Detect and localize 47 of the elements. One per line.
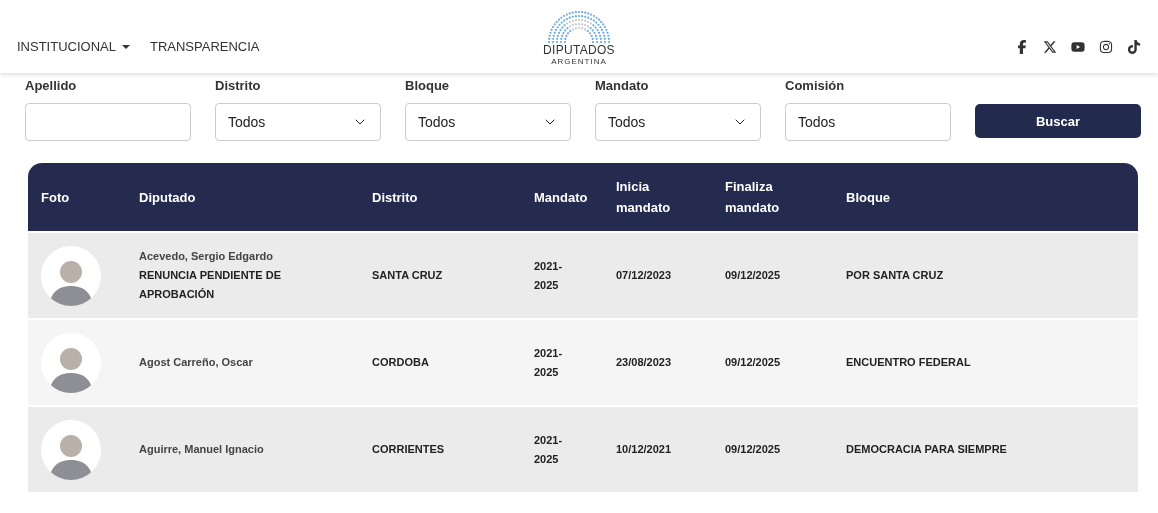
table-cell-text: 10/12/2021	[616, 442, 673, 457]
column-header: Diputado	[139, 188, 197, 207]
filter-label: Comisión	[785, 78, 846, 93]
table-cell-text: 09/12/2025	[725, 442, 782, 457]
select-field[interactable]: Todos	[405, 103, 571, 141]
deputy-name: Acevedo, Sergio Edgardo	[139, 249, 274, 264]
table-cell-text: POR SANTA CRUZ	[846, 268, 945, 283]
table-cell-text: 09/12/2025	[725, 268, 782, 283]
nav-link[interactable]: INSTITUCIONAL	[17, 39, 130, 54]
input-field[interactable]	[25, 103, 191, 141]
table-cell-text: CORDOBA	[372, 355, 430, 370]
deputy-name: Agost Carreño, Oscar	[139, 355, 254, 370]
column-header: Bloque	[846, 188, 892, 207]
logo-title: DIPUTADOS	[543, 44, 615, 57]
x-icon[interactable]	[1043, 39, 1057, 54]
table-cell-text: ENCUENTRO FEDERAL	[846, 355, 972, 370]
column-header: Finaliza mandato	[725, 178, 781, 217]
table-cell-text: DEMOCRACIA PARA SIEMPRE	[846, 442, 1008, 457]
deputy-name: Aguirre, Manuel Ignacio	[139, 442, 265, 457]
filter-label: Bloque	[405, 78, 451, 93]
column-header: Distrito	[372, 188, 419, 207]
caret-icon	[121, 44, 130, 49]
filter-label: Distrito	[215, 78, 262, 93]
table-cell-text: SANTA CRUZ	[372, 268, 444, 283]
instagram-icon[interactable]	[1099, 39, 1113, 54]
filter-label: Mandato	[595, 78, 650, 93]
table-cell-text: 23/08/2023	[616, 355, 673, 370]
table-cell-text: 2021-2025	[534, 258, 564, 293]
nav-link[interactable]: TRANSPARENCIA	[149, 39, 260, 54]
facebook-icon[interactable]	[1015, 39, 1029, 54]
table-cell-text: 2021-2025	[534, 345, 564, 380]
logo-subtitle: ARGENTINA	[551, 57, 607, 67]
search-button[interactable]: Buscar	[975, 104, 1141, 138]
table-cell-text: 09/12/2025	[725, 355, 782, 370]
tiktok-icon[interactable]	[1127, 39, 1141, 54]
select-field[interactable]: Todos	[595, 103, 761, 141]
column-header: Inicia mandato	[616, 178, 672, 217]
column-header: Mandato	[534, 188, 589, 207]
input-field[interactable]: Todos	[785, 103, 951, 141]
table-cell-text: CORRIENTES	[372, 442, 446, 457]
status-text: RENUNCIA PENDIENTE DE APROBACIÓN	[139, 268, 282, 302]
column-header: Foto	[41, 188, 71, 207]
filter-label: Apellido	[25, 78, 78, 93]
table-cell-text: 07/12/2023	[616, 268, 673, 283]
youtube-icon[interactable]	[1071, 39, 1085, 54]
table-cell-text: 2021-2025	[534, 432, 564, 467]
select-field[interactable]: Todos	[215, 103, 381, 141]
